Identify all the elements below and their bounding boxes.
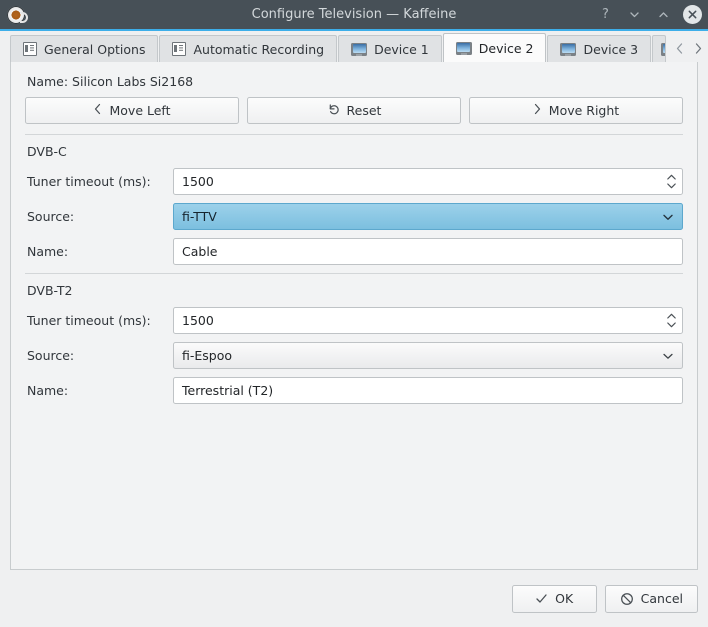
device-name-label: Name: Silicon Labs Si2168 bbox=[27, 74, 194, 89]
dvb-c-tuner-timeout-value: 1500 bbox=[182, 174, 214, 189]
titlebar: Configure Television — Kaffeine ? bbox=[0, 0, 708, 31]
dialog-button-bar: OK Cancel bbox=[0, 570, 708, 627]
reset-label: Reset bbox=[346, 103, 382, 118]
tab-bar: General Options Automatic Recording Devi… bbox=[0, 31, 708, 62]
chevron-down-icon bbox=[662, 213, 674, 221]
move-left-button[interactable]: Move Left bbox=[25, 97, 239, 124]
minimize-icon[interactable] bbox=[625, 5, 644, 24]
move-left-label: Move Left bbox=[109, 103, 171, 118]
tab-scroll-left-icon[interactable] bbox=[673, 40, 686, 56]
chevron-down-icon bbox=[662, 352, 674, 360]
tab-device-4-partial[interactable] bbox=[652, 35, 667, 62]
reset-icon bbox=[327, 103, 340, 119]
dvb-c-name-label: Name: bbox=[27, 244, 69, 259]
move-right-button[interactable]: Move Right bbox=[469, 97, 683, 124]
tab-general-options[interactable]: General Options bbox=[10, 35, 159, 62]
dvb-c-name-value: Cable bbox=[182, 244, 218, 259]
tab-device-3[interactable]: Device 3 bbox=[547, 35, 652, 62]
spinbox-arrows-icon[interactable] bbox=[660, 308, 682, 333]
ok-button[interactable]: OK bbox=[511, 584, 597, 613]
dvb-c-tuner-timeout-label: Tuner timeout (ms): bbox=[27, 174, 151, 189]
reset-button[interactable]: Reset bbox=[247, 97, 461, 124]
dvb-t2-name-row: Name: Terrestrial (T2) bbox=[25, 377, 683, 404]
help-icon[interactable]: ? bbox=[596, 5, 615, 24]
dvb-c-source-row: Source: fi-TTV bbox=[25, 203, 683, 230]
tv-device-icon bbox=[455, 41, 472, 55]
window-controls: ? bbox=[596, 5, 702, 24]
kaffeine-cup-icon bbox=[7, 5, 28, 24]
tv-device-icon bbox=[560, 42, 577, 56]
maximize-icon[interactable] bbox=[654, 5, 673, 24]
device-settings-panel: Name: Silicon Labs Si2168 Move Left Rese… bbox=[10, 62, 698, 570]
spinbox-arrows-icon[interactable] bbox=[660, 169, 682, 194]
tab-automatic-recording[interactable]: Automatic Recording bbox=[159, 35, 338, 62]
dvb-t2-source-combobox[interactable]: fi-Espoo bbox=[173, 342, 683, 369]
dvb-t2-source-row: Source: fi-Espoo bbox=[25, 342, 683, 369]
dvb-c-source-label: Source: bbox=[27, 209, 75, 224]
check-icon bbox=[535, 592, 548, 605]
move-right-label: Move Right bbox=[548, 103, 620, 118]
tab-device-1[interactable]: Device 1 bbox=[338, 35, 442, 62]
tab-scroll-controls bbox=[667, 40, 708, 62]
dvb-c-tuner-timeout-spinbox[interactable]: 1500 bbox=[173, 168, 683, 195]
dvb-c-source-value: fi-TTV bbox=[182, 209, 217, 224]
dvb-c-tuner-timeout-row: Tuner timeout (ms): 1500 bbox=[25, 168, 683, 195]
tab-label: Automatic Recording bbox=[193, 41, 325, 57]
dvb-c-name-row: Name: Cable bbox=[25, 238, 683, 265]
divider bbox=[25, 273, 683, 274]
dvb-t2-name-input[interactable]: Terrestrial (T2) bbox=[173, 377, 683, 404]
document-list-icon bbox=[23, 42, 37, 56]
tab-label: Device 3 bbox=[583, 41, 639, 57]
document-list-icon bbox=[172, 42, 187, 56]
dvb-t2-name-label: Name: bbox=[27, 383, 69, 398]
tab-scroll-right-icon[interactable] bbox=[692, 40, 705, 56]
configure-television-dialog: Configure Television — Kaffeine ? Genera… bbox=[0, 0, 708, 627]
tab-label: General Options bbox=[44, 41, 146, 57]
close-icon[interactable] bbox=[683, 5, 702, 24]
dvb-t2-source-label: Source: bbox=[27, 348, 75, 363]
dvb-t2-tuner-timeout-label: Tuner timeout (ms): bbox=[27, 313, 151, 328]
dvb-t2-name-value: Terrestrial (T2) bbox=[182, 383, 274, 398]
tv-device-icon bbox=[661, 42, 666, 56]
divider bbox=[25, 134, 683, 135]
cancel-circle-slash-icon bbox=[620, 592, 634, 606]
chevron-right-icon bbox=[533, 103, 542, 118]
ok-label: OK bbox=[555, 591, 574, 606]
dvb-c-source-combobox[interactable]: fi-TTV bbox=[173, 203, 683, 230]
tab-label: Device 2 bbox=[478, 40, 534, 56]
group-title-dvb-c: DVB-C bbox=[27, 144, 67, 159]
tv-device-icon bbox=[351, 42, 368, 56]
cancel-button[interactable]: Cancel bbox=[604, 584, 698, 613]
dvb-t2-tuner-timeout-spinbox[interactable]: 1500 bbox=[173, 307, 683, 334]
chevron-left-icon bbox=[93, 103, 102, 118]
tab-device-2[interactable]: Device 2 bbox=[442, 33, 547, 62]
tab-label: Device 1 bbox=[374, 41, 429, 57]
dvb-t2-source-value: fi-Espoo bbox=[182, 348, 233, 363]
dvb-c-name-input[interactable]: Cable bbox=[173, 238, 683, 265]
cancel-label: Cancel bbox=[640, 591, 683, 606]
dvb-t2-tuner-timeout-row: Tuner timeout (ms): 1500 bbox=[25, 307, 683, 334]
group-title-dvb-t2: DVB-T2 bbox=[27, 283, 73, 298]
dvb-t2-tuner-timeout-value: 1500 bbox=[182, 313, 214, 328]
device-move-button-row: Move Left Reset Move Right bbox=[25, 97, 683, 124]
